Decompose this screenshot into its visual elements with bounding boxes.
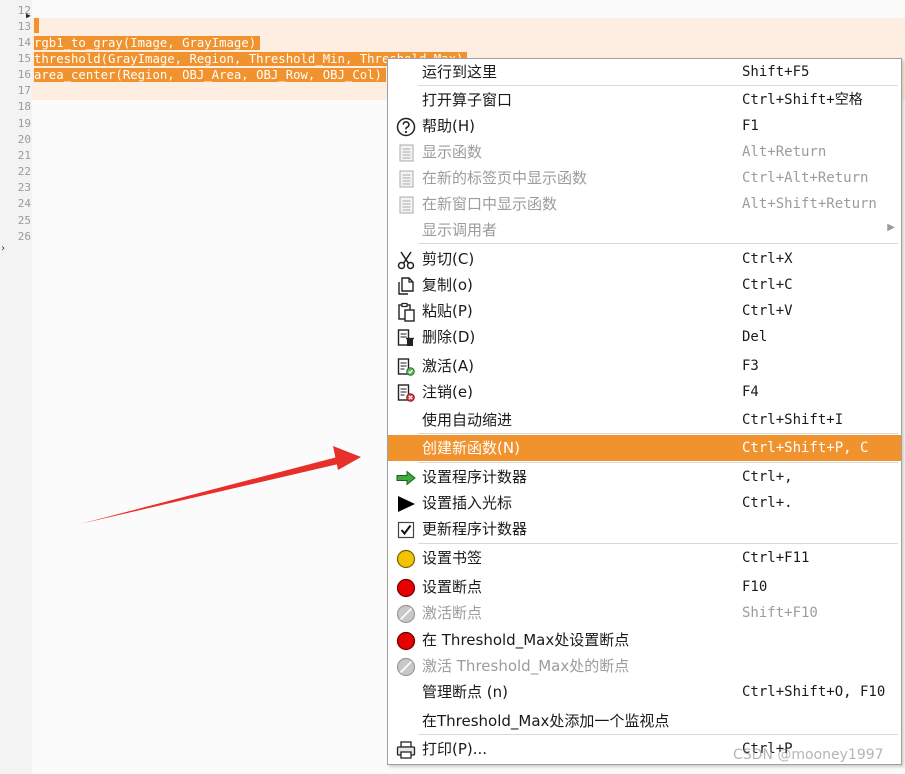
menu-item-auto-indent[interactable]: 使用自动缩进 Ctrl+Shift+I <box>388 407 901 433</box>
menu-item-show-function-new-window[interactable]: 在新窗口中显示函数 Alt+Shift+Return <box>388 191 901 217</box>
menu-item-activate-breakpoint-at-variable[interactable]: 激活 Threshold_Max处的断点 <box>388 653 901 679</box>
help-icon <box>396 117 416 137</box>
menu-item-set-breakpoint-at-variable[interactable]: 在 Threshold_Max处设置断点 <box>388 627 901 653</box>
bookmark-icon <box>396 549 416 569</box>
menu-separator <box>418 433 898 434</box>
menu-item-open-operator-window[interactable]: 打开算子窗口 Ctrl+Shift+空格 <box>388 87 901 113</box>
paste-icon <box>398 302 415 322</box>
menu-item-manage-breakpoints[interactable]: 管理断点 (n) Ctrl+Shift+O, F10 <box>388 679 901 705</box>
delete-icon <box>397 329 414 346</box>
deactivate-icon <box>397 384 415 402</box>
menu-item-update-program-counter[interactable]: 更新程序计数器 <box>388 516 901 542</box>
submenu-arrow-icon: ▶ <box>887 222 895 233</box>
black-triangle-icon <box>398 496 415 512</box>
menu-item-help[interactable]: 帮助(H) F1 <box>388 113 901 139</box>
menu-separator <box>418 243 898 244</box>
menu-item-show-function-new-tab[interactable]: 在新的标签页中显示函数 Ctrl+Alt+Return <box>388 165 901 191</box>
menu-item-set-bookmark[interactable]: 设置书签 Ctrl+F11 <box>388 545 901 571</box>
menu-separator <box>418 543 898 544</box>
activate-icon <box>397 358 415 376</box>
menu-separator <box>418 85 898 86</box>
menu-separator <box>418 734 898 735</box>
menu-item-cut[interactable]: 剪切(C) Ctrl+X <box>388 246 901 272</box>
copy-icon <box>398 277 414 295</box>
menu-item-activate-breakpoint[interactable]: 激活断点 Shift+F10 <box>388 600 901 626</box>
printer-icon <box>396 741 416 759</box>
menu-item-paste[interactable]: 粘贴(P) Ctrl+V <box>388 298 901 324</box>
green-arrow-icon <box>396 470 416 486</box>
menu-item-set-program-counter[interactable]: 设置程序计数器 Ctrl+, <box>388 464 901 490</box>
menu-item-show-function[interactable]: 显示函数 Alt+Return <box>388 139 901 165</box>
watermark: CSDN @mooney1997 <box>733 747 884 763</box>
menu-item-set-insert-cursor[interactable]: 设置插入光标 Ctrl+. <box>388 490 901 516</box>
menu-item-set-breakpoint[interactable]: 设置断点 F10 <box>388 574 901 600</box>
menu-item-create-new-function[interactable]: 创建新函数(N) Ctrl+Shift+P, C <box>388 435 901 461</box>
menu-separator <box>418 462 898 463</box>
menu-item-deactivate[interactable]: 注销(e) F4 <box>388 379 901 405</box>
breakpoint-icon <box>396 631 416 651</box>
context-menu: 运行到这里 Shift+F5 打开算子窗口 Ctrl+Shift+空格 帮助(H… <box>387 58 902 765</box>
breakpoint-disabled-icon <box>396 657 416 677</box>
breakpoint-icon <box>396 578 416 598</box>
checkbox-icon <box>397 521 415 539</box>
menu-item-activate[interactable]: 激活(A) F3 <box>388 353 901 379</box>
menu-item-run-to-here[interactable]: 运行到这里 Shift+F5 <box>388 59 901 85</box>
document-icon <box>399 196 414 214</box>
menu-item-add-watchpoint[interactable]: 在Threshold_Max处添加一个监视点 <box>388 708 901 734</box>
breakpoint-disabled-icon <box>396 604 416 624</box>
menu-item-show-callers[interactable]: 显示调用者 ▶ <box>388 217 901 243</box>
menu-item-copy[interactable]: 复制(o) Ctrl+C <box>388 272 901 298</box>
document-icon <box>399 170 414 188</box>
document-icon <box>399 144 414 162</box>
menu-item-delete[interactable]: 删除(D) Del <box>388 324 901 350</box>
scissors-icon <box>397 251 415 270</box>
